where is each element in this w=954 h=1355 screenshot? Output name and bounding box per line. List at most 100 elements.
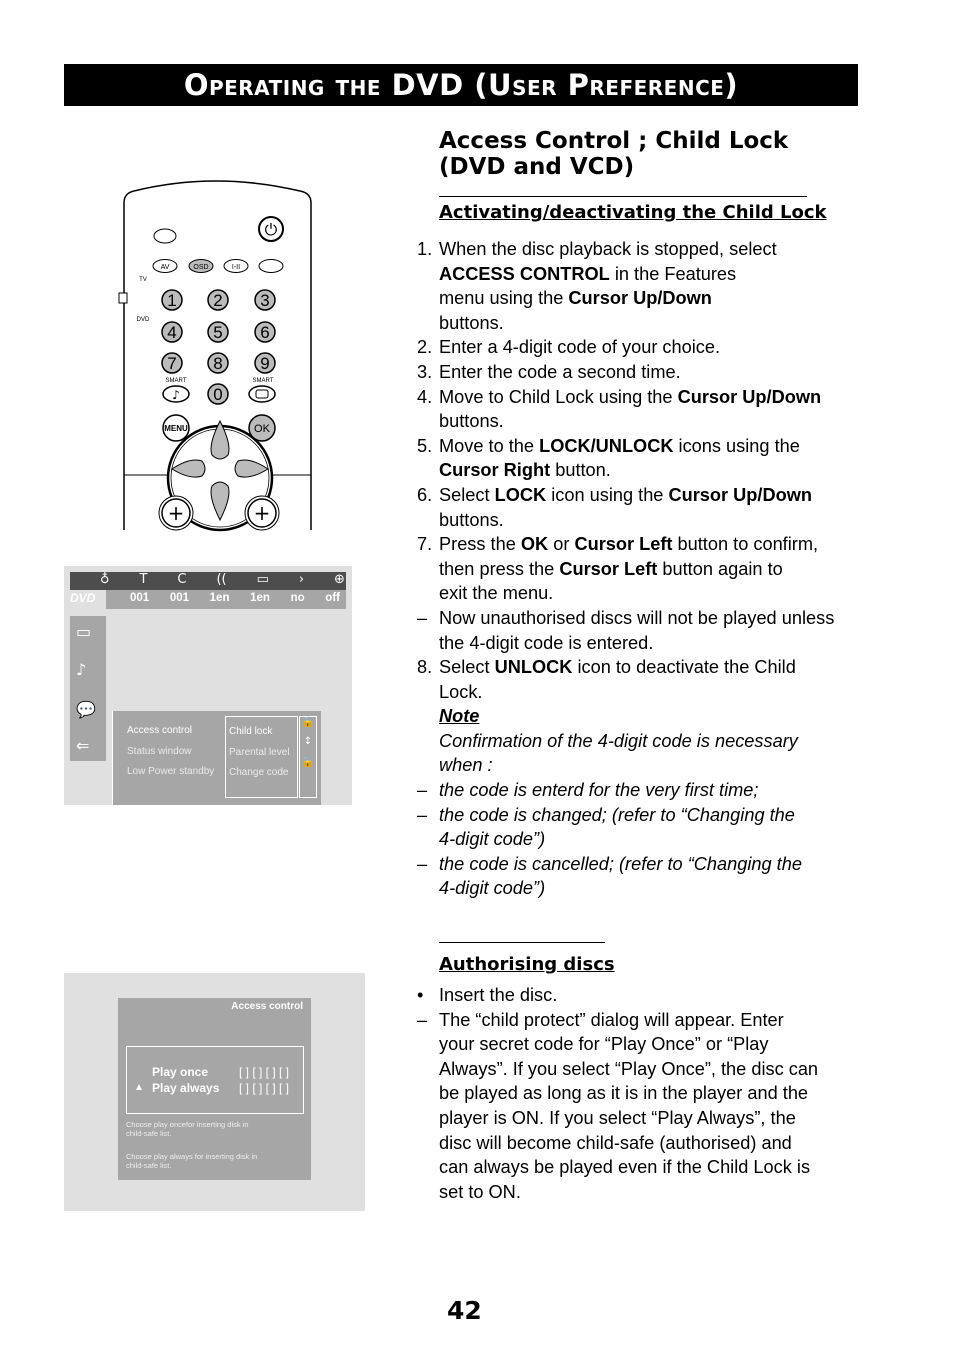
menu-item[interactable]: Parental level <box>229 743 290 764</box>
list-item: – the code is enterd for the very first t… <box>417 778 862 803</box>
title-icon[interactable]: T <box>140 572 148 587</box>
menu-item[interactable]: Low Power standby <box>127 762 214 783</box>
osd-icon-bar: ♁ T C (( ▭ › ⊕ <box>70 572 346 590</box>
bold-term: OK <box>520 534 549 555</box>
list-item: 6. Select LOCK icon using the Cursor Up/D… <box>417 483 862 532</box>
plug-icon: ⇐ <box>76 736 90 755</box>
list-item: – The “child protect” dialog will appear.… <box>417 1008 862 1205</box>
list-marker: 2. <box>417 337 433 358</box>
status-value: no <box>290 592 305 604</box>
play-once-code[interactable]: [ ] [ ] [ ] [ ] <box>239 1065 289 1079</box>
number-key-label: 7 <box>167 354 176 373</box>
text: or <box>548 534 575 555</box>
text: Enter the code a second time. <box>439 361 681 382</box>
text: The “child protect” dialog will appear. … <box>439 1009 819 1202</box>
number-key-label: 1 <box>167 291 176 310</box>
speech-bubble-icon: 💬 <box>76 700 96 719</box>
status-value: 1en <box>250 592 270 604</box>
text: Now unauthorised discs will not be playe… <box>439 607 835 653</box>
text: Move to Child Lock using the <box>439 386 678 407</box>
list-item: 3. Enter the code a second time. <box>417 360 862 385</box>
svg-text:⏻: ⏻ <box>265 220 278 239</box>
option-play-always[interactable]: Play always <box>152 1081 219 1095</box>
bold-term: Cursor Up/Down <box>668 484 812 505</box>
page-banner: Operating the DVD (User Preference) <box>64 64 858 106</box>
audio-icon[interactable]: (( <box>216 572 226 587</box>
dual-key-label: I-II <box>232 264 240 271</box>
list-marker: 3. <box>417 361 433 382</box>
status-value: 1en <box>209 592 230 604</box>
ok-key-label: OK <box>254 423 271 435</box>
up-arrow-icon: ▲ <box>134 1082 144 1093</box>
zoom-icon[interactable]: ⊕ <box>334 572 345 587</box>
list-marker: – <box>417 853 428 874</box>
av-key-label: AV <box>161 264 170 271</box>
unlock-icon[interactable]: 🔓 <box>300 757 316 768</box>
list-marker: 8. <box>417 657 433 678</box>
number-key-label: 0 <box>213 385 222 404</box>
angle-icon[interactable]: › <box>299 572 304 587</box>
music-note-icon: ♪ <box>76 660 87 679</box>
list-item: 2. Enter a 4-digit code of your choice. <box>417 335 862 360</box>
list-item: – the code is cancelled; (refer to “Chang… <box>417 852 862 901</box>
number-key-label: 2 <box>213 291 222 310</box>
tv-label: TV <box>139 277 147 283</box>
divider <box>439 942 605 943</box>
smart-label: SMART <box>166 378 187 384</box>
number-key-label: 5 <box>213 323 222 342</box>
text: Select <box>439 657 495 678</box>
number-key-label: 4 <box>167 323 176 342</box>
list-item: 1. When the disc playback is stopped, sel… <box>417 237 862 335</box>
subheading-authorising: Authorising discs <box>439 954 615 975</box>
help-text-1: Choose play oncefor inserting disk in ch… <box>126 1120 249 1138</box>
page-number: 42 <box>447 1296 482 1325</box>
menu-item[interactable]: Access control <box>127 721 214 742</box>
lock-icon[interactable]: 🔒 <box>300 717 316 728</box>
subtitle-icon[interactable]: ▭ <box>257 572 269 587</box>
bold-term: LOCK/UNLOCK <box>539 435 674 456</box>
divider <box>439 196 807 197</box>
play-always-code[interactable]: [ ] [ ] [ ] [ ] <box>239 1081 289 1095</box>
svg-text:+: + <box>168 501 185 525</box>
menu-item[interactable]: Child lock <box>229 722 290 743</box>
text: buttons. <box>439 411 504 432</box>
list-marker: – <box>417 804 428 825</box>
list-item: – the code is changed; (refer to “Changin… <box>417 803 862 852</box>
list-item: • Insert the disc. <box>417 983 862 1008</box>
authorising-steps: • Insert the disc. – The “child protect” di… <box>417 983 862 1204</box>
option-play-once[interactable]: Play once <box>152 1065 208 1079</box>
text: the code is changed; (refer to “Changing… <box>439 804 795 850</box>
svg-text:+: + <box>254 501 271 525</box>
list-item: 8. Select UNLOCK icon to deactivate the C… <box>417 655 862 704</box>
number-key-label: 9 <box>260 354 269 373</box>
list-marker: 7. <box>417 534 433 555</box>
text: button. <box>550 460 611 481</box>
status-value: 001 <box>130 592 150 604</box>
osd-side-bar: ▭ ♪ 💬 ⇐ <box>70 616 106 761</box>
bold-term: Cursor Up/Down <box>568 288 712 309</box>
dialog-title: Access control <box>231 1001 303 1012</box>
svg-text:♪: ♪ <box>172 388 180 402</box>
text: Press the <box>439 534 521 555</box>
list-marker: 5. <box>417 435 433 456</box>
osd-key-label: OSD <box>193 264 208 271</box>
menu-item[interactable]: Change code <box>229 763 290 784</box>
dvd-logo: DVD <box>70 591 96 605</box>
list-marker: 6. <box>417 484 433 505</box>
remote-control-illustration: ⏻ AV OSD I-II TV DVD SMART SMART 1 2 3 4 5 6 7… <box>118 180 312 532</box>
list-marker: 1. <box>417 239 433 259</box>
bold-term: Cursor Left <box>574 534 673 555</box>
list-item: – Now unauthorised discs will not be play… <box>417 606 862 655</box>
disc-icon[interactable]: ♁ <box>100 572 110 587</box>
menu-item[interactable]: Status window <box>127 742 214 763</box>
text: Enter a 4-digit code of your choice. <box>439 337 721 358</box>
bold-term: UNLOCK <box>494 657 573 678</box>
list-marker: – <box>417 780 428 801</box>
list-marker: 4. <box>417 386 433 407</box>
chapter-icon[interactable]: C <box>177 572 186 587</box>
text: buttons. <box>439 312 504 333</box>
text: the code is enterd for the very first ti… <box>439 780 759 801</box>
text: Insert the disc. <box>439 985 558 1005</box>
dvd-label: DVD <box>137 317 150 323</box>
text: Move to the <box>439 435 540 456</box>
